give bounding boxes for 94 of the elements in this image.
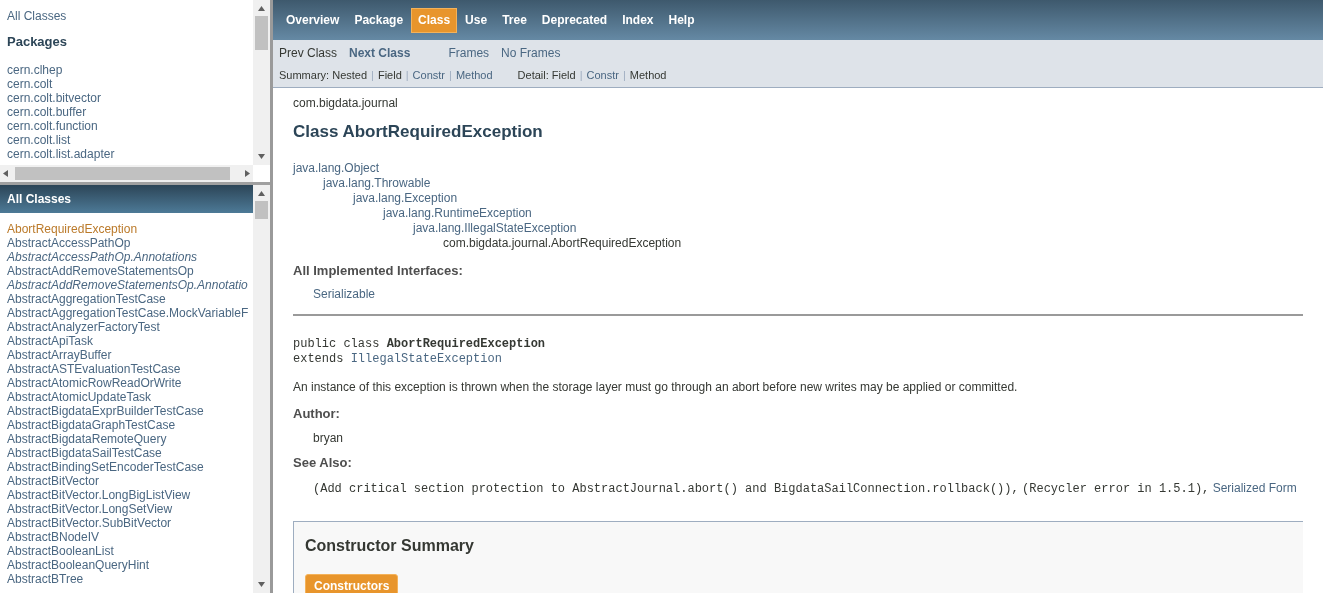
nav-tab[interactable]: Overview bbox=[279, 7, 347, 33]
nav-link[interactable]: No Frames bbox=[501, 46, 561, 61]
nav-tab[interactable]: Package bbox=[347, 7, 411, 33]
class-link[interactable]: AbstractBitVector.SubBitVector bbox=[0, 516, 253, 530]
summary-heading: Constructor Summary bbox=[305, 536, 475, 556]
nav-link[interactable]: Frames bbox=[448, 46, 490, 61]
horizontal-scrollbar[interactable] bbox=[0, 165, 253, 182]
class-link[interactable]: AbstractBooleanQueryHint bbox=[0, 558, 253, 572]
class-link[interactable]: AbstractBitVector.LongSetView bbox=[0, 502, 253, 516]
class-link[interactable]: java.lang.Throwable bbox=[323, 176, 431, 191]
class-link[interactable]: AbstractAddRemoveStatementsOp bbox=[0, 264, 253, 278]
package-link[interactable]: cern.colt bbox=[7, 77, 53, 91]
class-title: Class AbortRequiredException bbox=[293, 121, 544, 142]
class-link[interactable]: AbstractBindingSetEncoderTestCase bbox=[0, 460, 253, 474]
scroll-up-icon[interactable] bbox=[258, 190, 265, 197]
nav-tab[interactable]: Help bbox=[661, 7, 702, 33]
class-link[interactable]: AbstractBitVector.LongBigListView bbox=[0, 488, 253, 502]
summary-label: Summary: bbox=[279, 69, 331, 81]
class-link[interactable]: java.lang.RuntimeException bbox=[383, 206, 532, 221]
summary-item: Field bbox=[551, 69, 576, 81]
class-link[interactable]: AbstractBNodeIV bbox=[0, 530, 253, 544]
class-link[interactable]: AbstractBigdataGraphTestCase bbox=[0, 418, 253, 432]
scroll-left-icon[interactable] bbox=[2, 170, 9, 177]
class-link[interactable]: AbstractASTEvaluationTestCase bbox=[0, 362, 253, 376]
scrollbar-thumb[interactable] bbox=[255, 201, 268, 219]
package-link[interactable]: cern.colt.buffer bbox=[7, 105, 87, 119]
summary-link[interactable]: Constr bbox=[412, 69, 445, 81]
package-link[interactable]: cern.colt.function bbox=[7, 119, 98, 133]
summary-item: Nested bbox=[332, 69, 368, 81]
class-link[interactable]: AbstractBooleanList bbox=[0, 544, 253, 558]
packages-heading: Packages bbox=[7, 34, 68, 50]
description-text: An instance of this exception is thrown when the storage layer must go through an abort before new writes may be applied or committed. bbox=[293, 380, 1019, 395]
summary-link[interactable]: Constr bbox=[586, 69, 619, 81]
all-classes-heading: All Classes bbox=[0, 185, 253, 213]
declaration-text: public class AbortRequiredException bbox=[293, 337, 547, 352]
separator: | bbox=[579, 69, 583, 81]
nav-tab[interactable]: Tree bbox=[495, 7, 534, 33]
class-link[interactable]: AbstractBitVector bbox=[0, 474, 253, 488]
class-link[interactable]: AbstractAggregationTestCase.MockVariableF bbox=[0, 306, 253, 320]
summary-item: Field bbox=[377, 69, 402, 81]
package-link[interactable]: cern.colt.list bbox=[7, 133, 71, 147]
class-link[interactable]: AbstractAccessPathOp.Annotations bbox=[0, 250, 253, 264]
author-name: bryan bbox=[313, 431, 344, 445]
class-link[interactable]: AbstractApiTask bbox=[0, 334, 253, 348]
summary-item: Method bbox=[629, 69, 667, 81]
separator: | bbox=[405, 69, 409, 81]
nav-link[interactable]: Prev Class bbox=[279, 46, 337, 61]
class-link[interactable]: AbstractBigdataExprBuilderTestCase bbox=[0, 404, 253, 418]
class-link[interactable]: AbstractAccessPathOp bbox=[0, 236, 253, 250]
package-link[interactable]: cern.colt.list.adapter bbox=[7, 147, 115, 161]
separator: | bbox=[622, 69, 626, 81]
class-link[interactable]: AbortRequiredException bbox=[0, 222, 253, 236]
scroll-up-icon[interactable] bbox=[258, 5, 265, 12]
interface-link[interactable]: Serializable bbox=[313, 287, 376, 301]
class-link[interactable]: AbstractAtomicUpdateTask bbox=[0, 390, 253, 404]
class-link[interactable]: AbstractAtomicRowReadOrWrite bbox=[0, 376, 253, 390]
declaration-text: extends bbox=[293, 352, 344, 366]
see-also-text: (Add critical section protection to AbstractJournal.abort() and BigdataSailConnection.rollback()), bbox=[313, 482, 1019, 496]
nav-tab[interactable]: Use bbox=[458, 7, 495, 33]
class-link[interactable]: java.lang.Exception bbox=[353, 191, 458, 206]
separator: | bbox=[449, 69, 452, 81]
superclass-link[interactable]: IllegalStateException bbox=[350, 352, 502, 366]
class-link[interactable]: AbstractBigdataSailTestCase bbox=[0, 446, 253, 460]
class-link[interactable]: AbstractAnalyzerFactoryTest bbox=[0, 320, 253, 334]
nav-tab[interactable]: Index bbox=[615, 7, 661, 33]
class-link[interactable]: AbstractBTree bbox=[0, 572, 253, 586]
class-link[interactable]: java.lang.Object bbox=[293, 161, 380, 176]
section-heading: Author: bbox=[293, 406, 341, 422]
scrollbar-thumb[interactable] bbox=[255, 16, 268, 50]
vertical-scrollbar[interactable] bbox=[253, 0, 270, 165]
scrollbar-thumb[interactable] bbox=[15, 167, 230, 180]
class-link[interactable]: AbstractArrayBuffer bbox=[0, 348, 253, 362]
class-link[interactable]: java.lang.IllegalStateException bbox=[413, 221, 577, 236]
section-heading: All Implemented Interfaces: bbox=[293, 263, 464, 279]
class-link[interactable]: AbstractAddRemoveStatementsOp.Annotatio bbox=[0, 278, 253, 292]
all-classes-link[interactable]: All Classes bbox=[7, 9, 67, 24]
class-link[interactable]: AbstractAggregationTestCase bbox=[0, 292, 253, 306]
scroll-right-icon[interactable] bbox=[244, 170, 251, 177]
vertical-scrollbar[interactable] bbox=[253, 185, 270, 593]
package-name: com.bigdata.journal bbox=[293, 96, 399, 111]
class-link[interactable]: AbstractBigdataRemoteQuery bbox=[0, 432, 253, 446]
nav-tab[interactable]: Deprecated bbox=[534, 7, 615, 33]
see-also-link[interactable]: Serialized Form bbox=[1212, 481, 1297, 495]
see-also-text: (Recycler error in 1.5.1), bbox=[1022, 482, 1210, 496]
summary-link[interactable]: Method bbox=[455, 69, 493, 81]
package-link[interactable]: cern.clhep bbox=[7, 63, 63, 77]
package-link[interactable]: cern.colt.bitvector bbox=[7, 91, 102, 105]
section-heading: See Also: bbox=[293, 455, 353, 471]
nav-link[interactable]: Next Class bbox=[349, 46, 411, 61]
summary-label: Detail: bbox=[517, 69, 550, 81]
class-name: com.bigdata.journal.AbortRequiredException bbox=[443, 236, 682, 251]
scroll-down-icon[interactable] bbox=[258, 153, 265, 160]
scroll-down-icon[interactable] bbox=[258, 581, 265, 588]
separator: | bbox=[371, 69, 374, 81]
